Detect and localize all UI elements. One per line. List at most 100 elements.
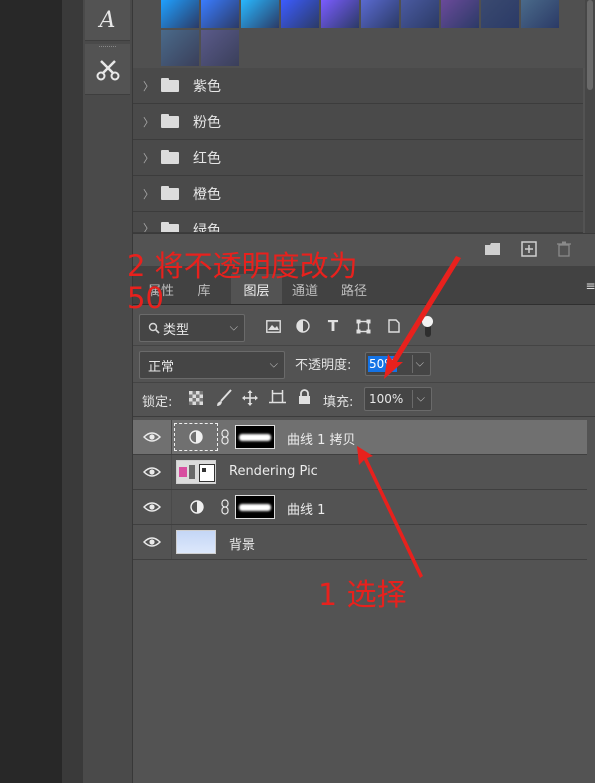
eye-icon[interactable] <box>143 465 161 479</box>
folder-icon <box>161 77 179 92</box>
lock-artboard-icon[interactable] <box>269 390 286 406</box>
shape-filter-icon[interactable] <box>356 319 371 334</box>
folder-green[interactable]: 〉 绿色 <box>133 212 583 233</box>
chevron-right-icon[interactable]: 〉 <box>143 114 157 130</box>
lock-all-icon[interactable] <box>298 389 311 405</box>
folder-icon <box>161 185 179 200</box>
gradient-swatch[interactable] <box>401 0 439 28</box>
lock-label: 锁定: <box>142 395 173 410</box>
fill-value[interactable]: 100% <box>369 392 403 406</box>
panel-menu-icon[interactable]: ≡ <box>585 278 595 294</box>
workspace-gutter <box>62 0 83 783</box>
folder-purple[interactable]: 〉 紫色 <box>133 68 583 104</box>
gradient-swatch[interactable] <box>161 30 199 66</box>
tool-column <box>83 0 133 783</box>
new-gradient-icon[interactable] <box>521 241 537 257</box>
folder-label: 橙色 <box>193 186 221 203</box>
blend-mode-value: 正常 <box>148 359 175 375</box>
adjustment-layer-icon <box>190 500 204 514</box>
new-group-folder-icon[interactable] <box>484 242 501 256</box>
column-divider <box>171 490 172 524</box>
adjustment-layer-icon <box>189 430 203 444</box>
column-divider <box>171 420 172 454</box>
fill-field[interactable]: 100% ⌵ <box>364 387 432 411</box>
eye-icon[interactable] <box>143 500 161 514</box>
folder-red[interactable]: 〉 红色 <box>133 140 583 176</box>
image-filter-icon[interactable] <box>266 320 281 333</box>
eye-icon[interactable] <box>143 430 161 444</box>
search-icon <box>148 322 160 334</box>
filter-toggle-switch[interactable] <box>422 316 434 338</box>
annotation-step2: 2 将不透明度改为 50 <box>127 249 358 315</box>
lock-transparent-pixels-icon[interactable] <box>189 391 203 405</box>
folder-label: 绿色 <box>193 223 221 233</box>
gradient-swatch[interactable] <box>201 0 239 28</box>
folder-icon <box>161 113 179 128</box>
chevron-right-icon[interactable]: 〉 <box>143 78 157 94</box>
gradient-swatch[interactable] <box>321 0 359 28</box>
folder-icon <box>161 149 179 164</box>
gradient-swatch[interactable] <box>521 0 559 28</box>
field-divider <box>412 390 413 408</box>
link-chain-icon[interactable] <box>221 429 229 445</box>
opacity-value[interactable]: 50% <box>368 356 397 372</box>
column-divider <box>171 455 172 489</box>
layer-row-curves[interactable]: 曲线 1 <box>133 490 587 525</box>
blend-mode-dropdown[interactable]: 正常 ⌵ <box>139 351 285 379</box>
gradient-swatch[interactable] <box>161 0 199 28</box>
gradient-swatch[interactable] <box>441 0 479 28</box>
smart-object-filter-icon[interactable] <box>388 319 400 333</box>
divider <box>133 345 595 346</box>
chevron-down-icon: ⌵ <box>229 320 238 334</box>
layer-mask-thumbnail[interactable] <box>235 495 275 519</box>
layer-name[interactable]: 曲线 1 拷贝 <box>287 429 356 448</box>
gradient-swatch[interactable] <box>281 0 319 28</box>
chevron-down-icon[interactable]: ⌵ <box>416 356 424 370</box>
link-chain-icon[interactable] <box>221 499 229 515</box>
lock-image-pixels-brush-icon[interactable] <box>216 389 232 407</box>
gradient-swatch[interactable] <box>201 30 239 66</box>
grip-icon <box>99 46 116 50</box>
layer-row-background[interactable]: 背景 <box>133 525 587 560</box>
gradient-swatch[interactable] <box>481 0 519 28</box>
folder-pink[interactable]: 〉 粉色 <box>133 104 583 140</box>
layer-row-rendering-pic[interactable]: Rendering Pic <box>133 455 587 490</box>
folder-label: 粉色 <box>193 114 221 131</box>
layer-mask-thumbnail[interactable] <box>235 425 275 449</box>
image-layer-thumbnail <box>176 460 216 484</box>
folder-label: 红色 <box>193 150 221 167</box>
tools-button[interactable] <box>85 44 130 95</box>
scissors-wrench-icon <box>96 60 119 81</box>
adjustment-filter-icon[interactable] <box>296 319 310 333</box>
layer-name[interactable]: 背景 <box>229 534 255 553</box>
layer-name[interactable]: Rendering Pic <box>229 464 318 479</box>
workspace-background <box>0 0 62 783</box>
folder-label: 紫色 <box>193 78 221 95</box>
folder-orange[interactable]: 〉 橙色 <box>133 176 583 212</box>
adjustment-thumbnail <box>174 423 218 451</box>
chevron-right-icon[interactable]: 〉 <box>143 186 157 202</box>
gradient-swatches <box>133 0 585 68</box>
layer-name[interactable]: 曲线 1 <box>287 499 325 518</box>
chevron-right-icon[interactable]: 〉 <box>143 150 157 166</box>
chevron-down-icon[interactable]: ⌵ <box>417 391 425 405</box>
trash-icon[interactable] <box>557 241 571 257</box>
fill-label: 填充: <box>323 395 354 410</box>
divider <box>133 382 595 383</box>
eye-icon[interactable] <box>143 535 161 549</box>
lock-position-move-icon[interactable] <box>242 390 258 406</box>
layer-row-curves-copy[interactable]: 曲线 1 拷贝 <box>133 420 587 455</box>
type-tool-button[interactable]: A <box>85 0 130 41</box>
field-divider <box>412 355 413 373</box>
type-filter-icon[interactable]: T <box>325 317 341 335</box>
divider <box>133 416 595 417</box>
gradient-swatch[interactable] <box>361 0 399 28</box>
filter-kind-value: 类型 <box>163 322 190 338</box>
filter-kind-dropdown[interactable]: 类型 ⌵ <box>139 314 245 342</box>
opacity-field[interactable]: 50% ⌵ <box>365 352 431 376</box>
scrollbar-thumb[interactable] <box>587 0 593 90</box>
annotation-step1: 1 选择 <box>318 578 407 613</box>
gradient-swatch[interactable] <box>241 0 279 28</box>
chevron-down-icon: ⌵ <box>269 357 278 371</box>
chevron-right-icon[interactable]: 〉 <box>143 220 157 232</box>
